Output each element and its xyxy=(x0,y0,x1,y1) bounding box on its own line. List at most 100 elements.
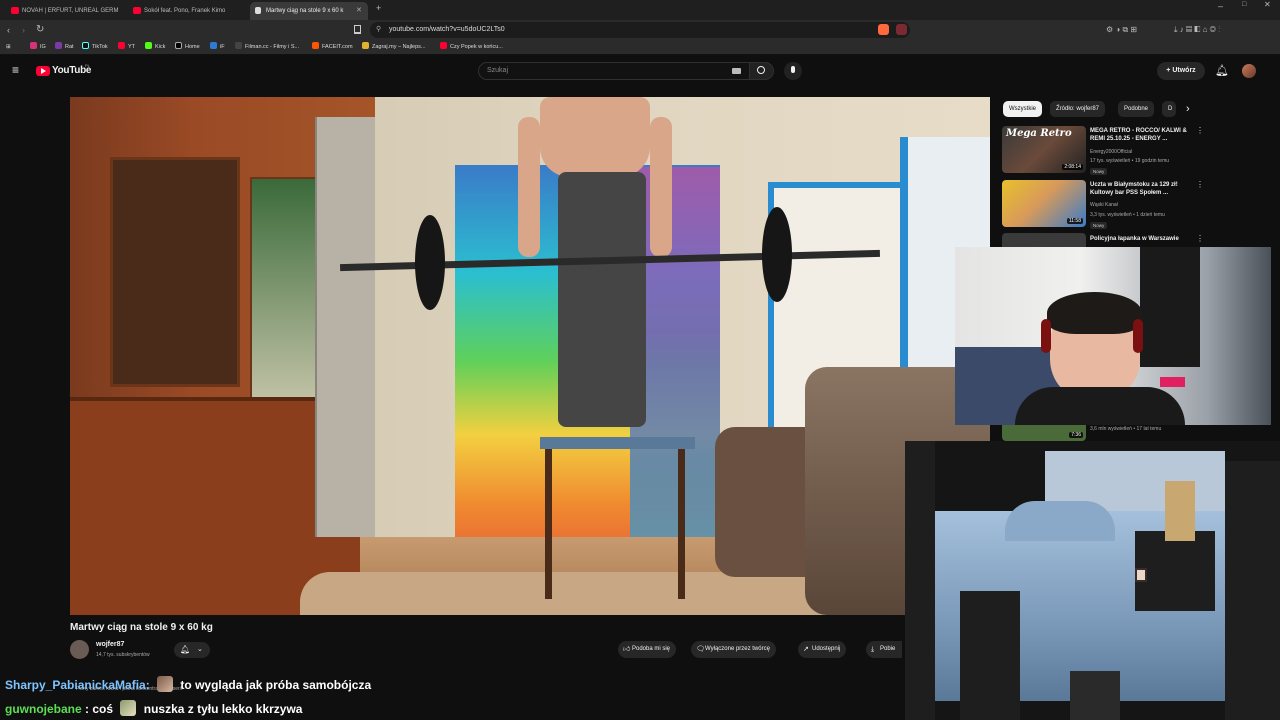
close-window-icon[interactable]: ✕ xyxy=(1264,0,1271,15)
video-title[interactable]: Policyjna łapanka w Warszawie xyxy=(1090,236,1190,244)
back-icon[interactable]: ‹ xyxy=(7,20,10,40)
extensions-group-icon[interactable]: ⚙ ◑ ⧉ ⊞ xyxy=(1106,20,1137,40)
chat-text: nuszka z tyłu lekko kkrzywa xyxy=(143,702,303,716)
close-tab-icon[interactable]: ✕ xyxy=(356,2,362,20)
extension-icon[interactable] xyxy=(896,24,907,35)
emote-icon xyxy=(157,676,174,692)
youtube-logo-icon[interactable] xyxy=(36,66,50,76)
headphones-icon xyxy=(1041,319,1051,353)
wardrobe-glass xyxy=(110,157,240,387)
account-avatar[interactable] xyxy=(1242,64,1256,78)
video-thumbnail[interactable] xyxy=(1002,233,1086,247)
x-icon xyxy=(175,42,182,49)
search-icon xyxy=(757,66,765,74)
bookmark-if[interactable]: iF xyxy=(210,40,225,55)
new-badge: Nowy xyxy=(1090,168,1108,175)
video-channel[interactable]: Energy2000Official xyxy=(1090,149,1132,155)
region-code: PL xyxy=(85,63,90,68)
bookmark-yt[interactable]: YT xyxy=(118,40,135,55)
streamer-webcam xyxy=(955,247,1271,425)
minimize-icon[interactable]: – xyxy=(1218,0,1223,16)
video-player[interactable] xyxy=(70,97,990,615)
comments-disabled-button[interactable]: 🗨︎ Wyłączone przez twórcę xyxy=(691,641,776,658)
comments-disabled-label: Wyłączone przez twórcę xyxy=(705,646,770,652)
bookmark-tiktok[interactable]: TikTok xyxy=(82,40,108,55)
new-tab-icon[interactable]: + xyxy=(376,0,381,18)
grey-cabinet xyxy=(315,117,375,537)
bookmark-filman[interactable]: Filman.cc - Filmy i S... xyxy=(235,40,299,55)
faceit-icon xyxy=(312,42,319,49)
filman-icon xyxy=(235,42,242,49)
tab-1[interactable]: NOVAH | ERFURT, UNREAL GERM xyxy=(6,2,124,20)
weight-plate-right xyxy=(762,207,792,302)
reload-icon[interactable]: ↻ xyxy=(36,20,44,40)
bookmark-rat[interactable]: Rat xyxy=(55,40,74,55)
chip-similar[interactable]: Podobne xyxy=(1118,101,1155,117)
bookmark-zagraj[interactable]: Zagraj.my – Najleps... xyxy=(362,40,426,55)
chevron-right-icon[interactable]: › xyxy=(1186,101,1190,117)
new-badge: Nowy xyxy=(1090,222,1108,229)
emote-icon xyxy=(120,700,137,716)
bell-icon: 🔔︎ xyxy=(180,645,191,654)
maximize-icon[interactable]: □ xyxy=(1242,0,1246,15)
search-button[interactable] xyxy=(750,62,774,80)
person-arm-right xyxy=(650,117,672,257)
chat-separator: : xyxy=(145,678,150,692)
tab-3-active[interactable]: Martwy ciąg na stole 9 x 60 k ✕ xyxy=(250,2,368,20)
more-options-icon[interactable]: ⋮ xyxy=(1196,126,1204,135)
video-thumbnail[interactable]: 7:36 xyxy=(1002,424,1086,441)
like-button[interactable]: 👍︎ Podoba mi się xyxy=(618,641,677,658)
video-title[interactable]: Uczta w Białymstoku za 129 zł! Kultowy b… xyxy=(1090,182,1190,197)
subscriber-count: 14,7 tys. subskrybentów xyxy=(96,652,150,658)
search-input[interactable]: Szukaj xyxy=(478,62,750,80)
weight-plate-left xyxy=(415,215,445,310)
channel-avatar[interactable] xyxy=(70,640,89,659)
chip-more[interactable]: D xyxy=(1162,101,1176,117)
download-button[interactable]: ⤓ Pobie xyxy=(866,641,902,658)
game-rock-bottom xyxy=(1070,671,1120,720)
video-thumbnail[interactable]: 11:58 xyxy=(1002,180,1086,227)
create-label: Utwórz xyxy=(1172,67,1196,74)
keyboard-icon[interactable] xyxy=(732,68,741,74)
channel-name[interactable]: wojfer87 xyxy=(96,641,124,648)
tab-2[interactable]: Sokół feat. Pono, Franek Kimo xyxy=(128,2,246,20)
thumbs-up-icon: 👍︎ xyxy=(623,646,631,653)
tab-title: NOVAH | ERFURT, UNREAL GERM xyxy=(22,8,119,14)
notifications-bell-icon[interactable]: 🔔︎ xyxy=(1215,64,1229,77)
youtube-favicon-icon xyxy=(11,7,19,14)
chip-all[interactable]: Wszystkie xyxy=(1003,101,1042,117)
forward-icon[interactable]: › xyxy=(22,20,25,40)
menu-icon[interactable]: ≡ xyxy=(12,64,19,76)
brave-shield-icon[interactable] xyxy=(878,24,889,35)
bookmark-faceit[interactable]: FACEIT.com xyxy=(312,40,353,55)
youtube-icon xyxy=(440,42,447,49)
apps-grid-icon[interactable]: ⊞ xyxy=(6,40,11,55)
site-info-icon[interactable]: ⚲ xyxy=(376,22,381,38)
bookmark-icon[interactable] xyxy=(354,25,361,34)
comment-off-icon: 🗨︎ xyxy=(696,646,705,653)
streamer-shirt xyxy=(1015,387,1185,425)
video-thumbnail[interactable]: Mega Retro 2:08:14 xyxy=(1002,126,1086,173)
chip-source[interactable]: Źródło: wojfer87 xyxy=(1050,101,1106,117)
share-button[interactable]: ↗ Udostępnij xyxy=(798,641,847,658)
voice-search-button[interactable] xyxy=(784,62,802,80)
more-options-icon[interactable]: ⋮ xyxy=(1196,234,1204,243)
address-bar[interactable]: ⚲ youtube.com/watch?v=u5doUC2LTs0 xyxy=(370,22,910,38)
toolbar-icons-group[interactable]: ⤓ ♪ ▤ ◧ ⌂ ◎ ⋮ xyxy=(1174,20,1220,40)
headphones-icon xyxy=(1133,319,1143,353)
video-title: Martwy ciąg na stole 9 x 60 kg xyxy=(70,622,213,633)
bookmark-home[interactable]: Home xyxy=(175,40,200,55)
bookmark-ig[interactable]: IG xyxy=(30,40,46,55)
browser-toolbar: ‹ › ↻ ⚲ youtube.com/watch?v=u5doUC2LTs0 … xyxy=(0,20,1280,40)
more-options-icon[interactable]: ⋮ xyxy=(1196,180,1204,189)
tiktok-icon xyxy=(82,42,89,49)
like-label: Podoba mi się xyxy=(632,646,671,652)
youtube-header: ≡ YouTube PL Szukaj + Utwórz 🔔︎ xyxy=(0,55,1280,88)
video-title[interactable]: MEGA RETRO - ROCCO/ KALWI & REMI 25.10.2… xyxy=(1090,128,1190,143)
video-channel[interactable]: Wąski Kanał xyxy=(1090,202,1118,208)
create-button[interactable]: + Utwórz xyxy=(1157,62,1205,80)
subscription-bell-button[interactable]: 🔔︎ ⌄ xyxy=(174,642,210,658)
bookmark-kick[interactable]: Kick xyxy=(145,40,165,55)
bookmark-popek[interactable]: Czy Popek w końcu... xyxy=(440,40,503,55)
youtube-icon xyxy=(118,42,125,49)
